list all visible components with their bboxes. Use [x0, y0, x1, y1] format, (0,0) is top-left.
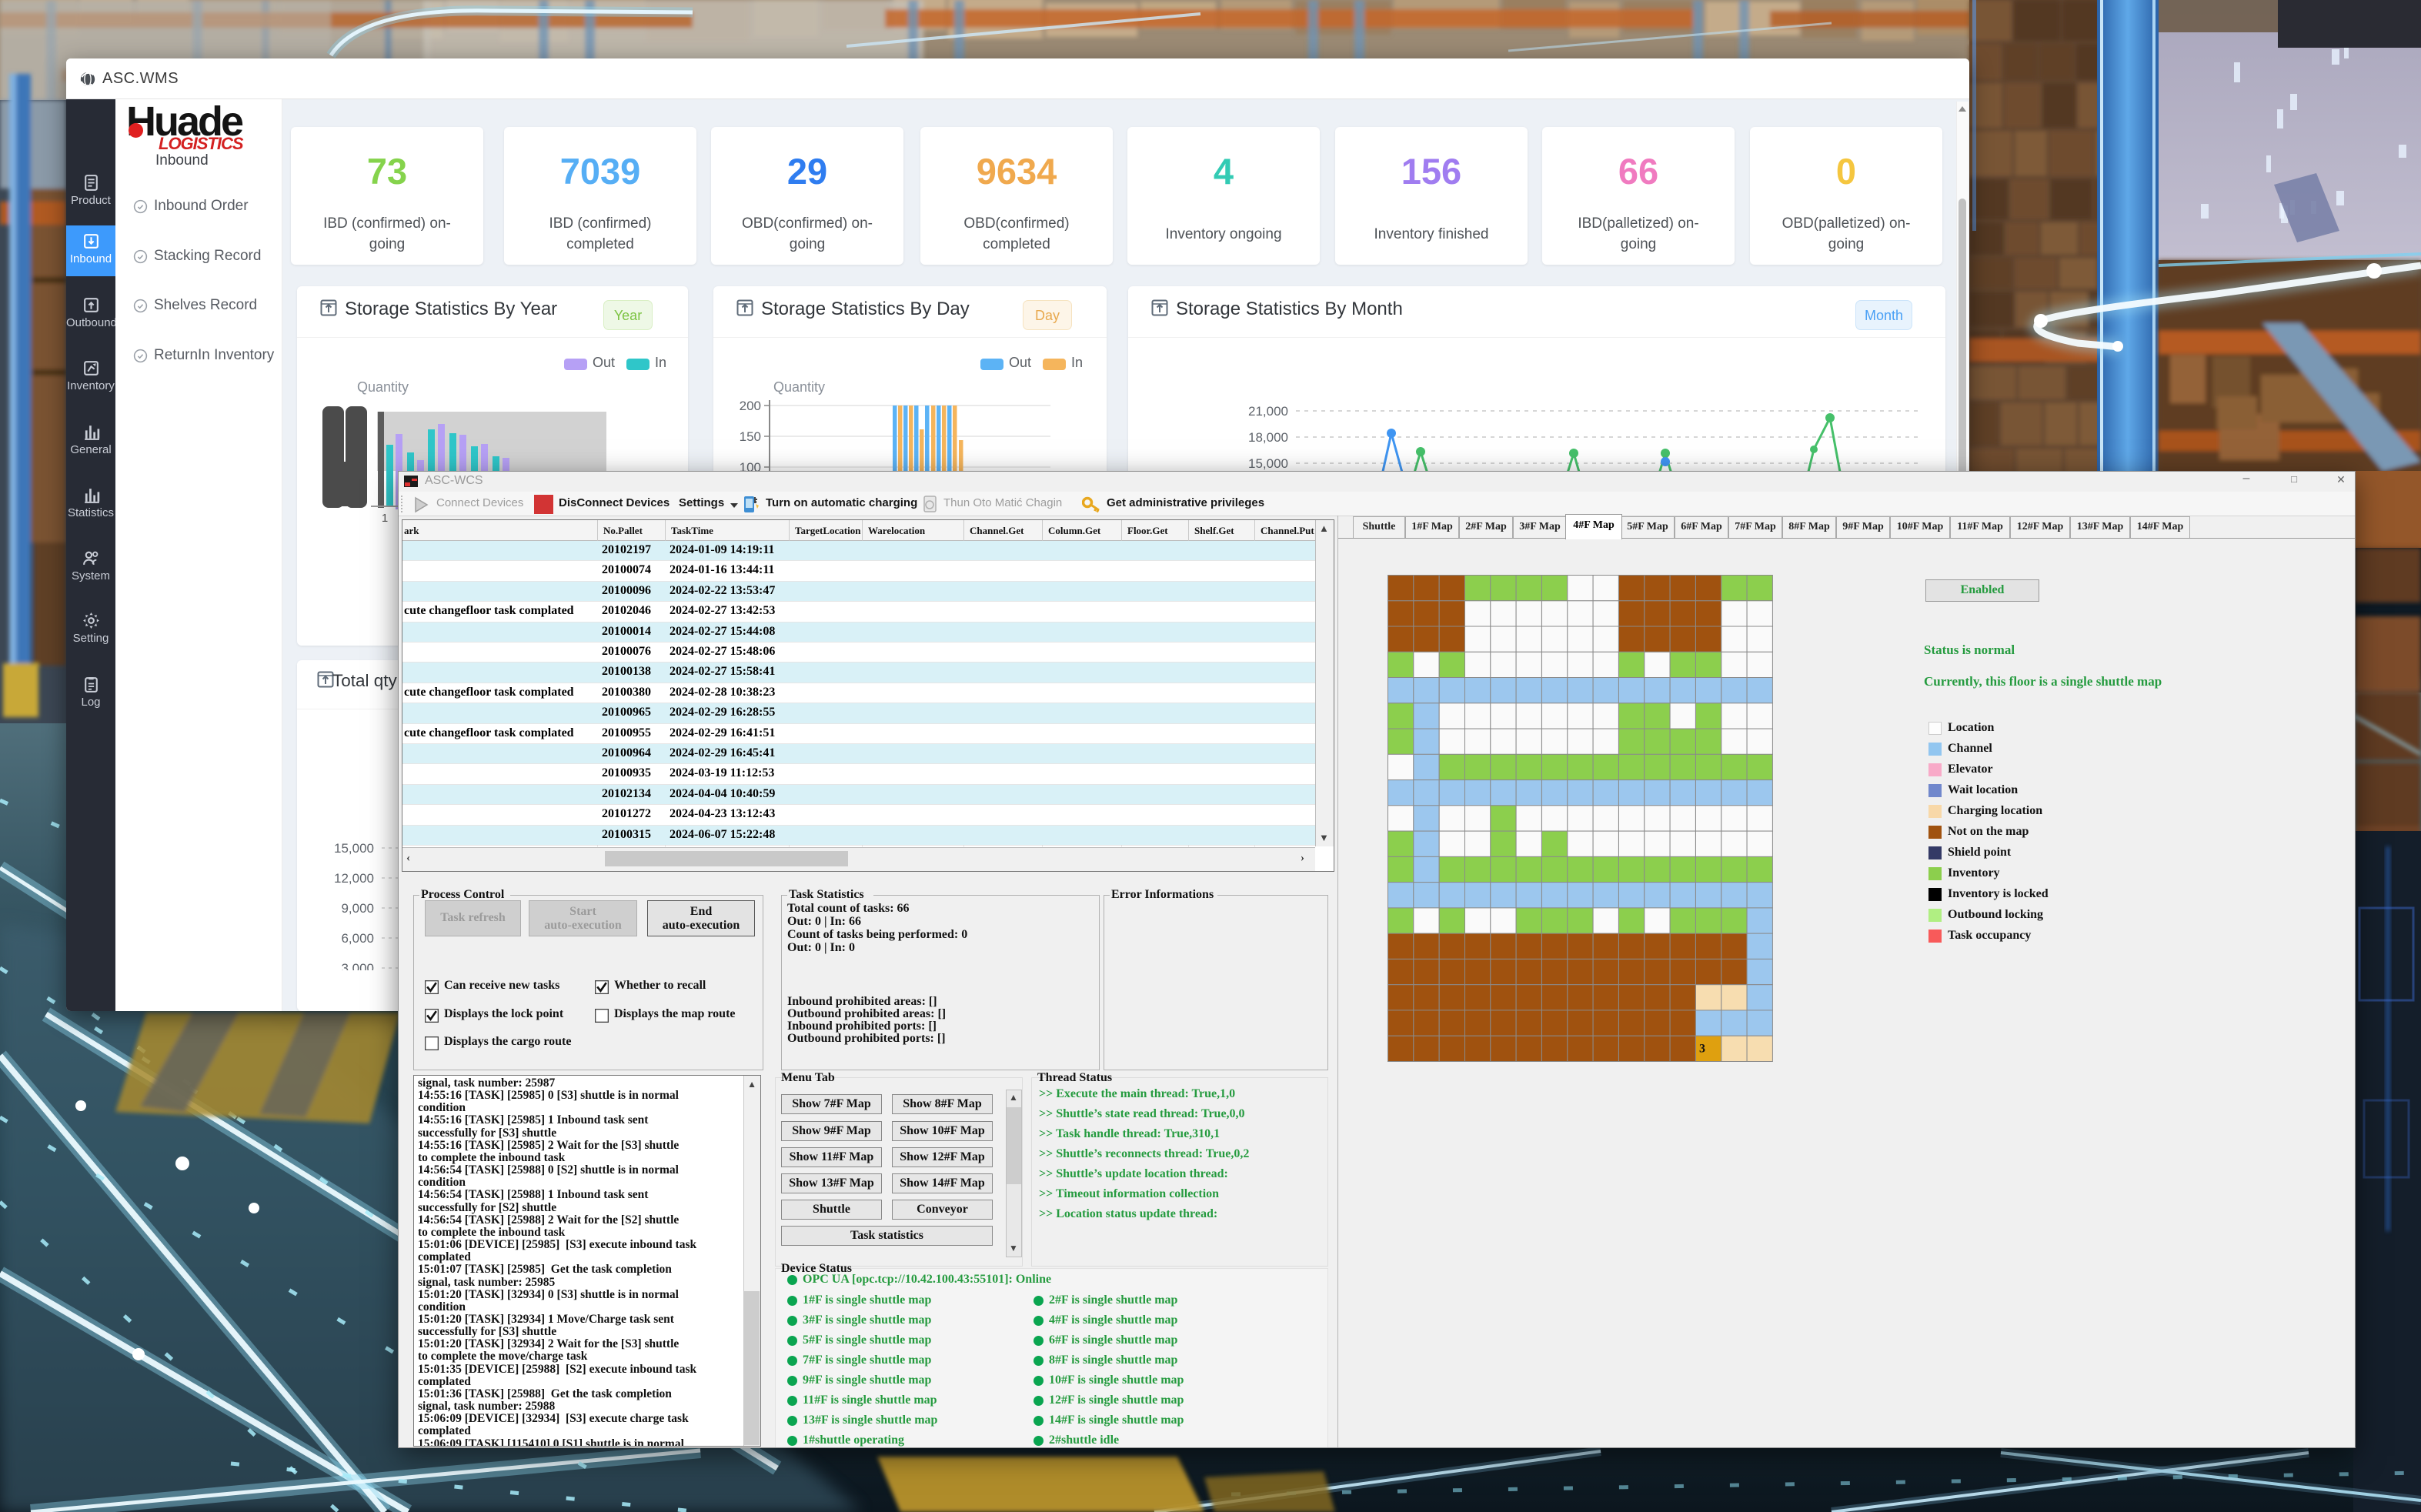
svg-text:15,000: 15,000: [334, 841, 374, 856]
svg-text:200: 200: [740, 399, 761, 413]
svg-text:9,000: 9,000: [341, 901, 374, 916]
svg-text:18,000: 18,000: [1248, 430, 1288, 445]
svg-text:3: 3: [1699, 1043, 1705, 1056]
svg-text:3,000: 3,000: [341, 961, 374, 970]
svg-text:6,000: 6,000: [341, 931, 374, 946]
svg-text:12,000: 12,000: [334, 871, 374, 886]
svg-text:21,000: 21,000: [1248, 404, 1288, 419]
svg-text:15,000: 15,000: [1248, 456, 1288, 471]
svg-text:150: 150: [740, 429, 761, 444]
svg-text:1: 1: [382, 512, 388, 525]
